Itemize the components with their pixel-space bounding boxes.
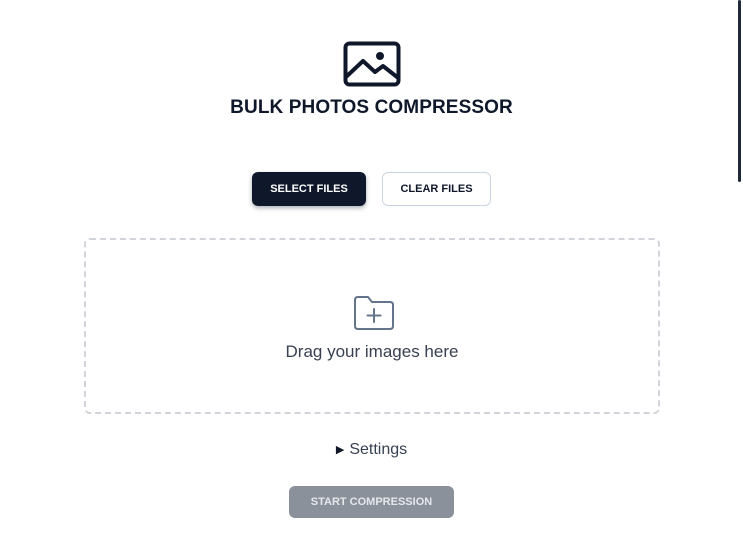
page: BULK PHOTOS COMPRESSOR SELECT FILES CLEA… [0,0,743,543]
settings-toggle[interactable]: ▶ Settings [0,441,743,459]
clear-files-button[interactable]: CLEAR FILES [382,172,491,206]
page-title: BULK PHOTOS COMPRESSOR [230,97,513,118]
file-actions: SELECT FILES CLEAR FILES [0,172,743,206]
scrollbar[interactable] [738,0,741,182]
triangle-right-icon: ▶ [335,444,345,456]
settings-label: Settings [349,441,408,458]
folder-plus-icon [354,296,394,330]
image-icon [343,41,401,87]
image-dropzone[interactable]: Drag your images here [84,238,660,414]
select-files-button[interactable]: SELECT FILES [252,172,366,206]
dropzone-text: Drag your images here [285,342,459,361]
start-compression-button[interactable]: START COMPRESSION [289,486,454,518]
